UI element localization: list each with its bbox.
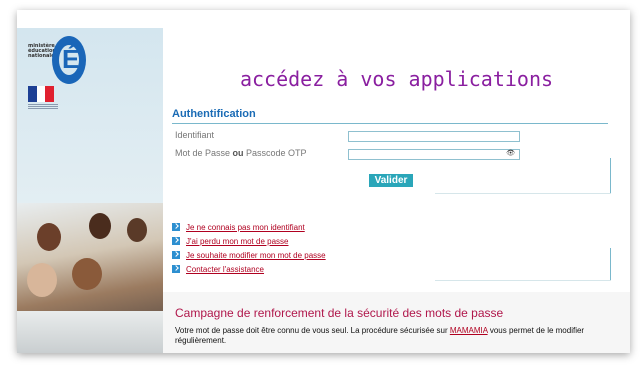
campaign-text-before: Votre mot de passe doit être connu de vo… — [175, 326, 450, 335]
password-label: Mot de Passe ou Passcode OTP — [175, 148, 307, 158]
contact-support-link[interactable]: Contacter l'assistance — [186, 265, 264, 274]
forgot-password-link[interactable]: J'ai perdu mon mot de passe — [186, 237, 288, 246]
links-bracket-horizontal — [435, 280, 611, 281]
campaign-text: Votre mot de passe doit être connu de vo… — [175, 326, 615, 346]
mamamia-link[interactable]: MAMAMIA — [450, 326, 488, 335]
auth-bracket-horizontal — [435, 193, 611, 194]
arrow-icon — [172, 223, 180, 231]
help-link-row: J'ai perdu mon mot de passe — [172, 234, 326, 248]
left-panel: ministère éducation nationale É — [17, 28, 163, 353]
arrow-icon — [172, 265, 180, 273]
page-title: accédez à vos applications — [239, 67, 554, 91]
eye-icon[interactable]: 👁 — [506, 149, 515, 157]
arrow-icon — [172, 237, 180, 245]
password-label-part2: Passcode OTP — [243, 148, 307, 158]
help-link-row: Je ne connais pas mon identifiant — [172, 220, 326, 234]
auth-bracket-vertical — [610, 158, 611, 193]
submit-button[interactable]: Valider — [369, 174, 413, 187]
help-link-row: Contacter l'assistance — [172, 262, 326, 276]
forgot-identifier-link[interactable]: Je ne connais pas mon identifiant — [186, 223, 305, 232]
password-label-part1: Mot de Passe — [175, 148, 233, 158]
desk — [17, 311, 163, 353]
identifier-input[interactable] — [348, 131, 520, 142]
help-link-row: Je souhaite modifier mon mot de passe — [172, 248, 326, 262]
arrow-icon — [172, 251, 180, 259]
auth-divider — [172, 123, 608, 124]
classroom-photo — [17, 203, 163, 353]
password-input[interactable]: 👁 — [348, 149, 520, 160]
help-links: Je ne connais pas mon identifiant J'ai p… — [172, 220, 326, 276]
password-label-bold: ou — [232, 148, 244, 158]
auth-section-title: Authentification — [172, 108, 256, 120]
change-password-link[interactable]: Je souhaite modifier mon mot de passe — [186, 251, 326, 260]
login-page: ministère éducation nationale É accédez … — [17, 10, 630, 353]
logo-e-letter: É — [62, 44, 80, 74]
flag-caption — [28, 104, 58, 110]
french-flag-icon — [28, 86, 55, 102]
campaign-title: Campagne de renforcement de la sécurité … — [175, 306, 504, 320]
links-bracket-vertical — [610, 248, 611, 280]
identifier-label: Identifiant — [175, 130, 215, 140]
ministry-logo: ministère éducation nationale É — [28, 36, 108, 86]
